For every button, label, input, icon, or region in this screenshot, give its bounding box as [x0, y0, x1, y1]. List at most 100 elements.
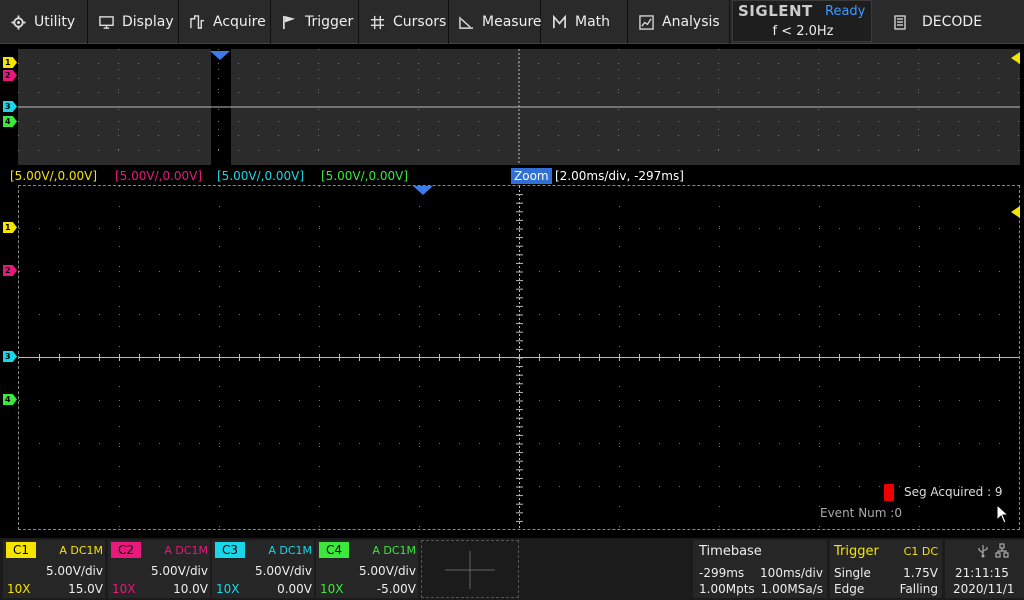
- sample-rate: 1.00MSa/s: [760, 582, 823, 596]
- plus-icon: [445, 551, 495, 589]
- main-waveform-area[interactable]: [18, 185, 1020, 530]
- ch3-offset: 0.00V: [277, 582, 312, 596]
- crosshair-icon: [369, 14, 385, 30]
- ch1-coupling: A DC1M: [59, 544, 103, 557]
- menu-acquire[interactable]: Acquire: [179, 0, 271, 44]
- ch4-offset: -5.00V: [376, 582, 416, 596]
- overview-trigger-level-marker[interactable]: [1011, 52, 1020, 64]
- ch4-vdiv: 5.00V/div: [358, 564, 416, 578]
- usb-icon: [978, 545, 988, 558]
- overview-waveform-area[interactable]: [18, 49, 1020, 165]
- trigger-type: Edge: [834, 582, 865, 596]
- zoom-timebase-info: [2.00ms/div, -297ms]: [555, 169, 684, 183]
- network-icon: [995, 543, 1009, 558]
- overview-ch1-marker[interactable]: 1: [3, 57, 17, 68]
- ch3-tag: C3: [215, 542, 245, 558]
- trigger-slope: Falling: [899, 582, 938, 596]
- mouse-pointer-icon: [996, 504, 1010, 524]
- ch4-probe: 10X: [320, 582, 344, 596]
- analysis-icon: [638, 14, 654, 30]
- bottom-status-bar: C1 A DC1M 5.00V/div 10X 15.0V C2 A DC1M …: [0, 538, 1024, 600]
- menu-trigger-label: Trigger: [305, 14, 354, 30]
- ch3-vdiv: 5.00V/div: [254, 564, 312, 578]
- ch1-panel[interactable]: C1 A DC1M 5.00V/div 10X 15.0V: [3, 540, 105, 598]
- ch2-tag: C2: [111, 542, 141, 558]
- overview-position-marker[interactable]: [210, 51, 230, 60]
- flag-icon: [281, 14, 297, 30]
- main-grid: [19, 186, 1019, 529]
- menu-analysis-label: Analysis: [662, 14, 720, 30]
- trigger-panel[interactable]: Trigger C1 DC Single 1.75V Edge Falling: [830, 540, 942, 598]
- menu-trigger[interactable]: Trigger: [271, 0, 359, 44]
- ch3-coupling: A DC1M: [268, 544, 312, 557]
- clock-date: 2020/11/1: [953, 582, 1015, 596]
- menu-display[interactable]: Display: [88, 0, 179, 44]
- ch1-probe: 10X: [7, 582, 31, 596]
- memory-depth: 1.00Mpts: [699, 582, 755, 596]
- ch2-vdiv: 5.00V/div: [150, 564, 208, 578]
- ch2-marker[interactable]: 2: [3, 265, 17, 276]
- trigger-level: 1.75V: [903, 566, 938, 580]
- timebase-title: Timebase: [699, 544, 762, 559]
- menu-math[interactable]: Math: [541, 0, 628, 44]
- menu-analysis[interactable]: Analysis: [628, 0, 730, 44]
- timebase-delay: -299ms: [699, 566, 745, 580]
- trigger-mode: Single: [834, 566, 871, 580]
- ch1-scale: [5.00V/,0.00V]: [10, 169, 98, 183]
- ch3-panel[interactable]: C3 A DC1M 5.00V/div 10X 0.00V: [212, 540, 314, 598]
- status-panel: SIGLENT Ready f < 2.0Hz: [732, 0, 872, 42]
- menu-math-label: Math: [575, 14, 611, 30]
- trigger-title: Trigger: [834, 544, 879, 559]
- overview-grid: [18, 49, 1020, 165]
- menu-measure[interactable]: Measure: [449, 0, 542, 44]
- menu-cursors[interactable]: Cursors: [359, 0, 449, 44]
- acquisition-status: Ready: [825, 4, 866, 19]
- add-channel-button[interactable]: [421, 540, 519, 598]
- ch2-panel[interactable]: C2 A DC1M 5.00V/div 10X 10.0V: [108, 540, 210, 598]
- math-icon: [551, 14, 567, 30]
- ch4-scale: [5.00V/,0.00V]: [321, 169, 409, 183]
- trigger-frequency: f < 2.0Hz: [772, 24, 834, 39]
- gear-icon: [10, 14, 26, 30]
- event-num-text: Event Num :0: [820, 506, 902, 520]
- zoom-tag[interactable]: Zoom: [511, 168, 552, 184]
- ch1-marker[interactable]: 1: [3, 222, 17, 233]
- seg-acquired-text: Seg Acquired : 9: [904, 485, 1003, 499]
- overview-ch3-marker[interactable]: 3: [3, 101, 17, 112]
- trigger-level-marker[interactable]: [1011, 206, 1020, 218]
- measure-icon: [459, 14, 474, 30]
- ch1-vdiv: 5.00V/div: [45, 564, 103, 578]
- menu-display-label: Display: [122, 14, 174, 30]
- trigger-position-marker[interactable]: [413, 186, 433, 195]
- ch2-probe: 10X: [112, 582, 136, 596]
- brand-logo: SIGLENT: [738, 2, 813, 20]
- ch1-offset: 15.0V: [68, 582, 103, 596]
- menu-utility-label: Utility: [34, 14, 76, 30]
- timebase-tdiv: 100ms/div: [760, 566, 823, 580]
- overview-ch4-marker[interactable]: 4: [3, 116, 17, 127]
- ch3-marker[interactable]: 3: [3, 351, 17, 362]
- menu-cursors-label: Cursors: [393, 14, 447, 30]
- ch4-coupling: A DC1M: [372, 544, 416, 557]
- ch3-probe: 10X: [216, 582, 240, 596]
- clock-time: 21:11:15: [955, 566, 1009, 580]
- monitor-icon: [98, 14, 114, 30]
- menu-bar: Utility Display Acquire Trigger Cursors …: [0, 0, 1024, 44]
- ch4-panel[interactable]: C4 A DC1M 5.00V/div 10X -5.00V: [316, 540, 418, 598]
- acquire-icon: [189, 14, 205, 30]
- menu-utility[interactable]: Utility: [0, 0, 88, 44]
- seg-indicator: [884, 484, 894, 501]
- decode-label: DECODE: [922, 14, 983, 30]
- menu-acquire-label: Acquire: [213, 14, 266, 30]
- system-panel: 21:11:15 2020/11/1: [945, 540, 1024, 598]
- ch2-scale: [5.00V/,0.00V]: [115, 169, 203, 183]
- overview-ch2-marker[interactable]: 2: [3, 70, 17, 81]
- ch2-coupling: A DC1M: [164, 544, 208, 557]
- timebase-panel[interactable]: Timebase -299ms 100ms/div 1.00Mpts 1.00M…: [693, 540, 827, 598]
- ch4-marker[interactable]: 4: [3, 394, 17, 405]
- menu-measure-label: Measure: [482, 14, 542, 30]
- ch3-scale: [5.00V/,0.00V]: [217, 169, 305, 183]
- trigger-source: C1 DC: [903, 545, 938, 558]
- decode-button[interactable]: DECODE: [880, 0, 1024, 44]
- ch2-offset: 10.0V: [173, 582, 208, 596]
